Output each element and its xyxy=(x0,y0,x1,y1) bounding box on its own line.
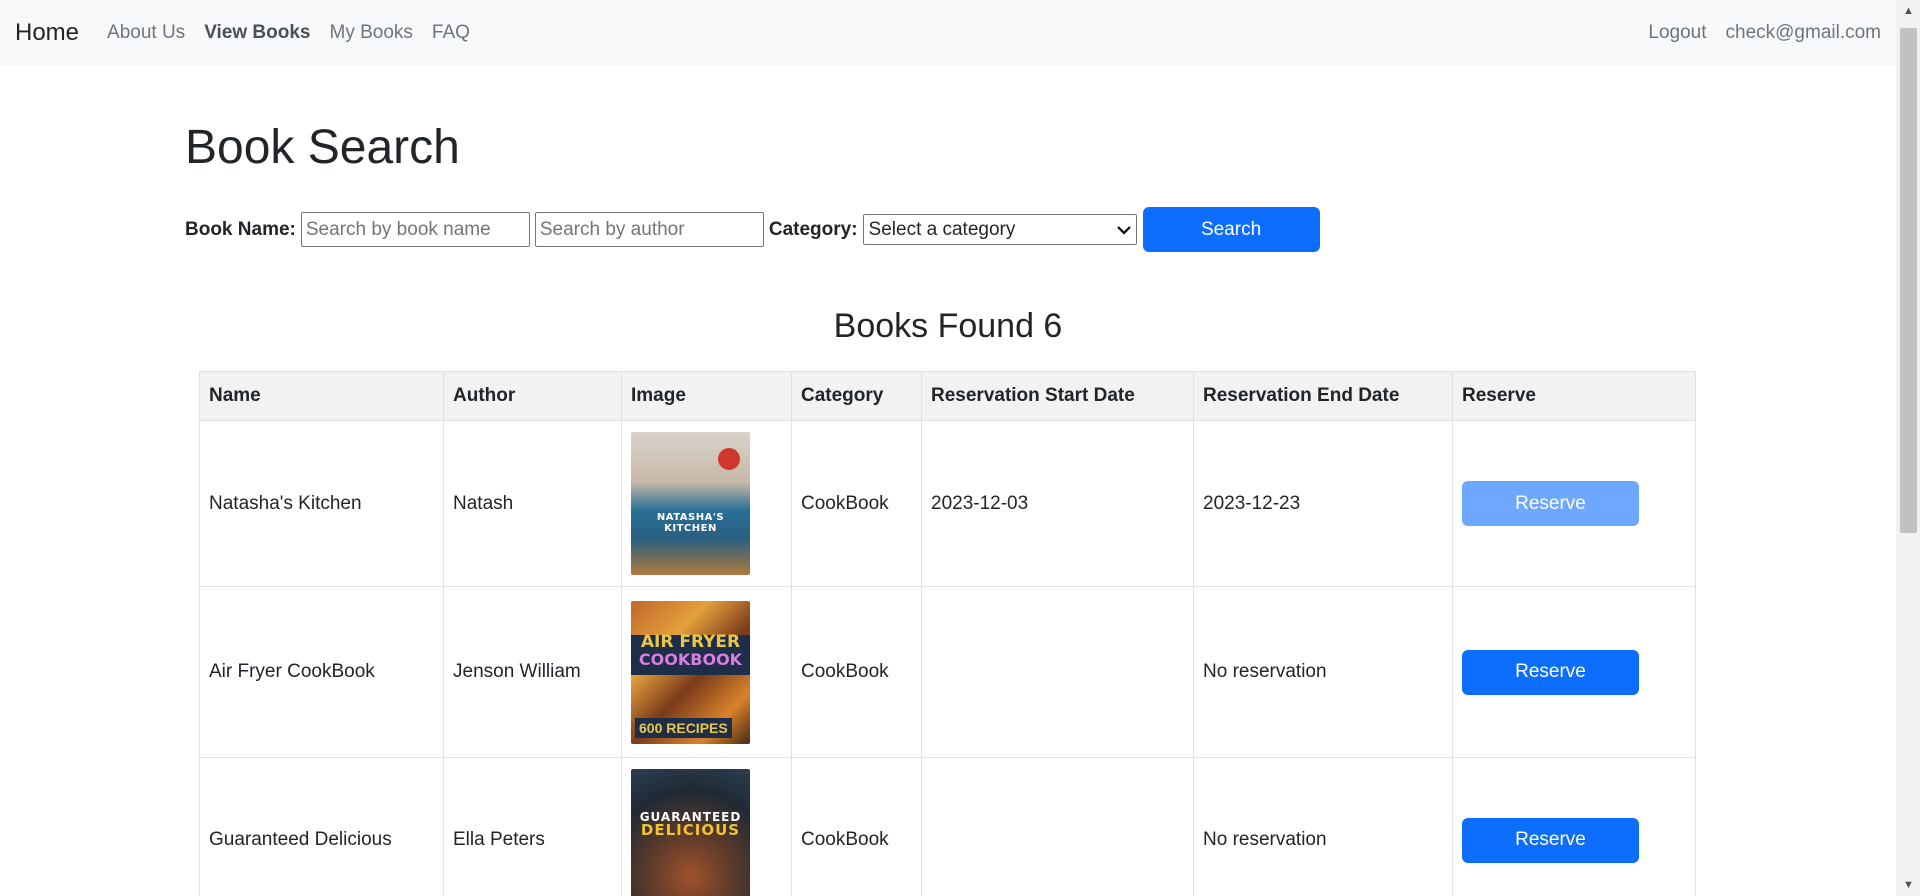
table-header-row: Name Author Image Category Reservation S… xyxy=(199,371,1696,421)
nav-home-link[interactable]: Home xyxy=(15,19,79,47)
book-name-cell: Natasha's Kitchen xyxy=(199,420,444,587)
col-header-name: Name xyxy=(199,371,444,421)
category-label: Category: xyxy=(768,218,858,240)
book-image-cell: NATASHA'S KITCHEN xyxy=(621,420,792,587)
book-cover-image: NATASHA'S KITCHEN xyxy=(631,432,750,575)
reserve-cell: Reserve xyxy=(1452,420,1696,587)
col-header-category: Category xyxy=(791,371,922,421)
book-image-cell: AIR FRYER COOKBOOK 600 RECIPES xyxy=(621,586,792,758)
reserve-button[interactable]: Reserve xyxy=(1462,649,1639,695)
col-header-start-date: Reservation Start Date xyxy=(921,371,1194,421)
cover-badge-icon xyxy=(718,448,740,470)
table-row: Guaranteed Delicious Ella Peters GUARANT… xyxy=(199,757,1696,896)
book-category-cell: CookBook xyxy=(791,757,922,896)
book-cover-image: AIR FRYER COOKBOOK 600 RECIPES xyxy=(631,600,750,744)
book-author-cell: Ella Peters xyxy=(443,757,622,896)
cover-recipe-count: 600 RECIPES xyxy=(635,717,732,738)
nav-my-books-link[interactable]: My Books xyxy=(330,22,413,44)
reserve-cell: Reserve xyxy=(1452,757,1696,896)
search-form: Book Name: Category: Select a category S… xyxy=(185,207,1320,252)
category-select[interactable]: Select a category xyxy=(862,214,1137,245)
book-category-cell: CookBook xyxy=(791,586,922,758)
start-date-cell: 2023-12-03 xyxy=(921,420,1194,587)
book-author-cell: Natash xyxy=(443,420,622,587)
cover-title: AIR FRYER COOKBOOK xyxy=(638,633,743,670)
reserve-cell: Reserve xyxy=(1452,586,1696,758)
author-input[interactable] xyxy=(534,212,764,247)
book-name-cell: Guaranteed Delicious xyxy=(199,757,444,896)
cover-title: GUARANTEED DELICIOUS xyxy=(640,811,742,839)
vertical-scrollbar[interactable]: ▲ ▼ xyxy=(1896,0,1920,896)
book-category-cell: CookBook xyxy=(791,420,922,587)
start-date-cell xyxy=(921,586,1194,758)
book-name-input[interactable] xyxy=(300,212,530,247)
scroll-thumb[interactable] xyxy=(1900,28,1917,533)
reserve-button-disabled: Reserve xyxy=(1462,481,1639,526)
category-select-value: Select a category xyxy=(868,218,1016,240)
col-header-end-date: Reservation End Date xyxy=(1193,371,1453,421)
end-date-cell: 2023-12-23 xyxy=(1193,420,1453,587)
reserve-button[interactable]: Reserve xyxy=(1462,817,1639,863)
col-header-reserve: Reserve xyxy=(1452,371,1696,421)
page-title: Book Search xyxy=(185,121,460,174)
books-table: Name Author Image Category Reservation S… xyxy=(199,371,1696,896)
col-header-image: Image xyxy=(621,371,792,421)
book-name-label: Book Name: xyxy=(185,218,296,240)
nav-right-group: Logout check@gmail.com xyxy=(1629,22,1881,44)
start-date-cell xyxy=(921,757,1194,896)
book-author-cell: Jenson William xyxy=(443,586,622,758)
logout-link[interactable]: Logout xyxy=(1648,22,1706,44)
scroll-down-arrow-icon[interactable]: ▼ xyxy=(1900,878,1917,892)
table-row: Natasha's Kitchen Natash NATASHA'S KITCH… xyxy=(199,420,1696,587)
nav-view-books-link[interactable]: View Books xyxy=(204,22,310,44)
navbar: Home About Us View Books My Books FAQ Lo… xyxy=(0,0,1896,66)
nav-about-link[interactable]: About Us xyxy=(107,22,185,44)
nav-faq-link[interactable]: FAQ xyxy=(432,22,470,44)
book-image-cell: GUARANTEED DELICIOUS xyxy=(621,757,792,896)
user-email-link[interactable]: check@gmail.com xyxy=(1726,22,1882,44)
search-button[interactable]: Search xyxy=(1142,207,1320,252)
chevron-down-icon xyxy=(1116,222,1131,238)
cover-title-sub: DELICIOUS xyxy=(640,821,741,840)
col-header-author: Author xyxy=(443,371,622,421)
book-name-cell: Air Fryer CookBook xyxy=(199,586,444,758)
cover-title-sub: COOKBOOK xyxy=(638,650,743,669)
scroll-up-arrow-icon[interactable]: ▲ xyxy=(1900,4,1917,18)
end-date-cell: No reservation xyxy=(1193,757,1453,896)
cover-title: NATASHA'S KITCHEN xyxy=(656,512,725,534)
results-heading: Books Found 6 xyxy=(833,307,1063,345)
end-date-cell: No reservation xyxy=(1193,586,1453,758)
table-row: Air Fryer CookBook Jenson William AIR FR… xyxy=(199,586,1696,758)
book-cover-image: GUARANTEED DELICIOUS xyxy=(631,768,750,896)
